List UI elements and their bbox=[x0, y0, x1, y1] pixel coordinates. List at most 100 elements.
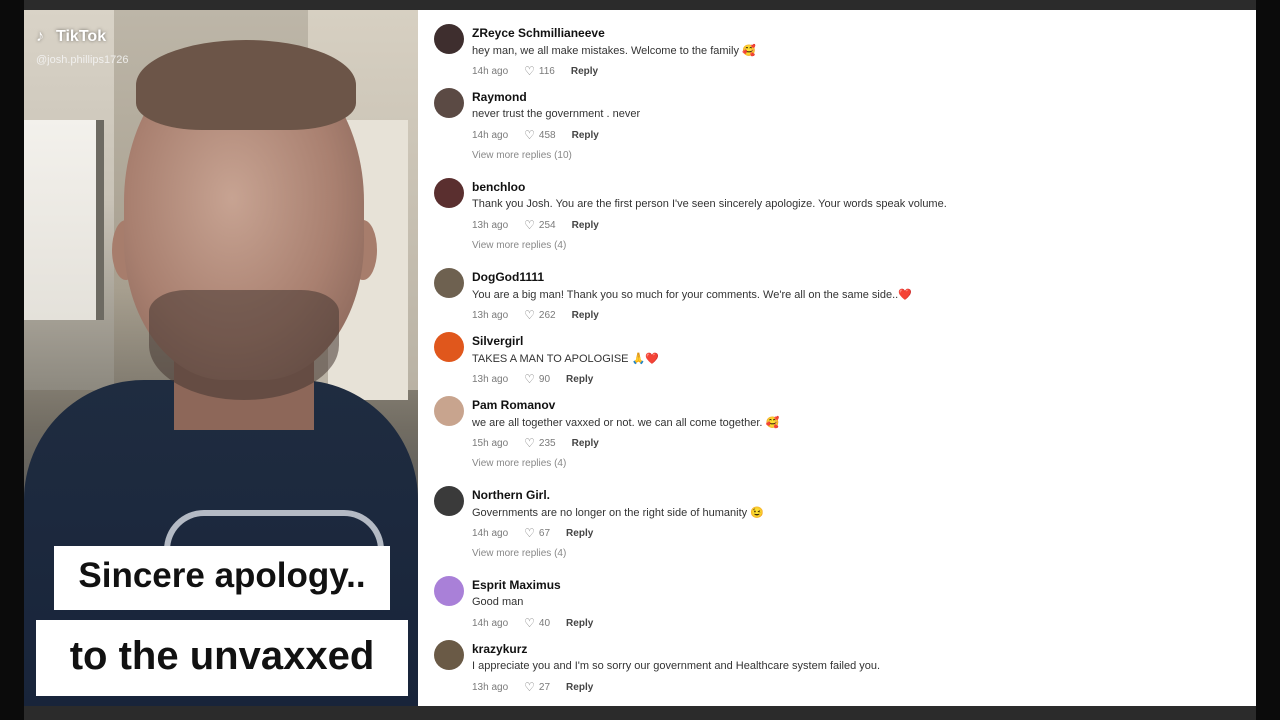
avatar[interactable] bbox=[434, 178, 464, 208]
comment-author[interactable]: benchloo bbox=[472, 180, 525, 194]
background-window bbox=[24, 120, 104, 320]
comment-text: Governments are no longer on the right s… bbox=[472, 506, 764, 519]
comment-author[interactable]: Esprit Maximus bbox=[472, 578, 561, 592]
like-button[interactable]: ♡ 235 bbox=[524, 436, 555, 450]
view-more-replies[interactable]: View more replies (4) bbox=[472, 548, 566, 559]
comment-author[interactable]: Pam Romanov bbox=[472, 398, 555, 412]
comment-text-body: hey man, we all make mistakes. Welcome t… bbox=[472, 45, 739, 57]
reply-button[interactable]: Reply bbox=[566, 682, 593, 693]
comment-author[interactable]: ZReyce Schmillianeeve bbox=[472, 26, 605, 40]
comment-meta: 14h ago ♡ 67 Reply bbox=[472, 526, 593, 540]
comment-text: we are all together vaxxed or not. we ca… bbox=[472, 416, 779, 429]
heart-icon: ♡ bbox=[524, 218, 535, 232]
reply-button[interactable]: Reply bbox=[572, 438, 599, 449]
comment-meta: 13h ago ♡ 27 Reply bbox=[472, 680, 593, 694]
comment-time: 14h ago bbox=[472, 617, 509, 629]
avatar[interactable] bbox=[434, 268, 464, 298]
reply-button[interactable]: Reply bbox=[572, 310, 599, 321]
comment-author[interactable]: krazykurz bbox=[472, 642, 527, 656]
comment-text: TAKES A MAN TO APOLOGISE 🙏❤️ bbox=[472, 352, 659, 365]
reply-button[interactable]: Reply bbox=[566, 528, 593, 539]
avatar[interactable] bbox=[434, 486, 464, 516]
emoji: 😉 bbox=[750, 507, 764, 519]
view-more-replies[interactable]: View more replies (4) bbox=[472, 458, 566, 469]
like-count: 116 bbox=[538, 65, 555, 77]
caption-line-1: Sincere apology.. bbox=[54, 546, 390, 610]
avatar[interactable] bbox=[434, 88, 464, 118]
avatar[interactable] bbox=[434, 576, 464, 606]
reply-button[interactable]: Reply bbox=[566, 374, 593, 385]
comment: krazykurz I appreciate you and I'm so so… bbox=[434, 632, 1234, 696]
heart-icon: ♡ bbox=[524, 436, 535, 450]
comment-text-body: we are all together vaxxed or not. we ca… bbox=[472, 417, 763, 429]
comment-time: 13h ago bbox=[472, 681, 509, 693]
heart-icon: ♡ bbox=[524, 308, 535, 322]
avatar[interactable] bbox=[434, 396, 464, 426]
like-button[interactable]: ♡ 40 bbox=[524, 616, 550, 630]
like-count: 27 bbox=[538, 681, 551, 693]
like-button[interactable]: ♡ 90 bbox=[524, 372, 550, 386]
like-button[interactable]: ♡ 67 bbox=[524, 526, 550, 540]
heart-icon: ♡ bbox=[524, 526, 535, 540]
caption-line-2: to the unvaxxed bbox=[36, 620, 408, 696]
avatar[interactable] bbox=[434, 332, 464, 362]
video-player[interactable]: ♪ TikTok @josh.phillips1726 Sincere apol… bbox=[24, 10, 418, 706]
emoji: 🥰 bbox=[765, 417, 780, 429]
emoji: 🙏❤️ bbox=[631, 353, 659, 365]
heart-icon: ♡ bbox=[524, 616, 535, 630]
like-count: 90 bbox=[538, 373, 551, 385]
comment: Silvergirl TAKES A MAN TO APOLOGISE 🙏❤️ … bbox=[434, 324, 1234, 388]
creator-handle: @josh.phillips1726 bbox=[36, 54, 129, 66]
like-count: 262 bbox=[538, 309, 556, 321]
person-beard bbox=[149, 290, 339, 400]
tiktok-logo: ♪ TikTok bbox=[36, 28, 106, 46]
view-more-replies[interactable]: View more replies (4) bbox=[472, 240, 566, 251]
like-button[interactable]: ♡ 262 bbox=[524, 308, 555, 322]
like-button[interactable]: ♡ 27 bbox=[524, 680, 550, 694]
comment-time: 13h ago bbox=[472, 373, 509, 385]
reply-button[interactable]: Reply bbox=[572, 130, 599, 141]
like-count: 40 bbox=[538, 617, 551, 629]
like-count: 458 bbox=[538, 129, 556, 141]
person-hair bbox=[136, 40, 356, 130]
comment-author[interactable]: DogGod1111 bbox=[472, 270, 544, 284]
comment-time: 13h ago bbox=[472, 309, 509, 321]
comment: ZReyce Schmillianeeve hey man, we all ma… bbox=[434, 16, 1234, 80]
comment-text: Thank you Josh. You are the first person… bbox=[472, 198, 947, 210]
comment-text-body: You are a big man! Thank you so much for… bbox=[472, 289, 899, 301]
avatar[interactable] bbox=[434, 640, 464, 670]
comment-author[interactable]: Silvergirl bbox=[472, 334, 523, 348]
comment-meta: 13h ago ♡ 262 Reply bbox=[472, 308, 599, 322]
view-more-replies[interactable]: View more replies (10) bbox=[472, 150, 572, 161]
comments-panel[interactable]: ZReyce Schmillianeeve hey man, we all ma… bbox=[418, 10, 1256, 706]
emoji: 🥰 bbox=[742, 45, 756, 57]
comment-text: You are a big man! Thank you so much for… bbox=[472, 288, 912, 301]
reply-button[interactable]: Reply bbox=[571, 66, 598, 77]
comment-text-body: TAKES A MAN TO APOLOGISE bbox=[472, 353, 629, 365]
comment-author[interactable]: Raymond bbox=[472, 90, 527, 104]
reply-button[interactable]: Reply bbox=[572, 220, 599, 231]
like-button[interactable]: ♡ 254 bbox=[524, 218, 555, 232]
tiktok-note-icon: ♪ bbox=[36, 28, 44, 45]
comment-text: Good man bbox=[472, 596, 524, 608]
bottom-bar bbox=[24, 706, 1256, 720]
comment-meta: 13h ago ♡ 90 Reply bbox=[472, 372, 593, 386]
comment-time: 14h ago bbox=[472, 65, 509, 77]
comment-time: 14h ago bbox=[472, 527, 509, 539]
comment-author[interactable]: Northern Girl. bbox=[472, 488, 550, 502]
comment-text: hey man, we all make mistakes. Welcome t… bbox=[472, 44, 756, 57]
comment: Raymond never trust the government . nev… bbox=[434, 80, 1234, 144]
comment-text: I appreciate you and I'm so sorry our go… bbox=[472, 660, 881, 672]
reply-button[interactable]: Reply bbox=[566, 618, 593, 629]
comment-text-body: Governments are no longer on the right s… bbox=[472, 507, 748, 519]
like-button[interactable]: ♡ 458 bbox=[524, 128, 555, 142]
heart-icon: ♡ bbox=[524, 372, 535, 386]
avatar[interactable] bbox=[434, 24, 464, 54]
like-count: 67 bbox=[538, 527, 551, 539]
comment-meta: 14h ago ♡ 116 Reply bbox=[472, 64, 598, 78]
comment-time: 14h ago bbox=[472, 129, 509, 141]
comment: Northern Girl. Governments are no longer… bbox=[434, 478, 1234, 542]
top-bar bbox=[24, 0, 1256, 10]
like-button[interactable]: ♡ 116 bbox=[524, 64, 555, 78]
emoji: ❤️ bbox=[898, 289, 912, 301]
